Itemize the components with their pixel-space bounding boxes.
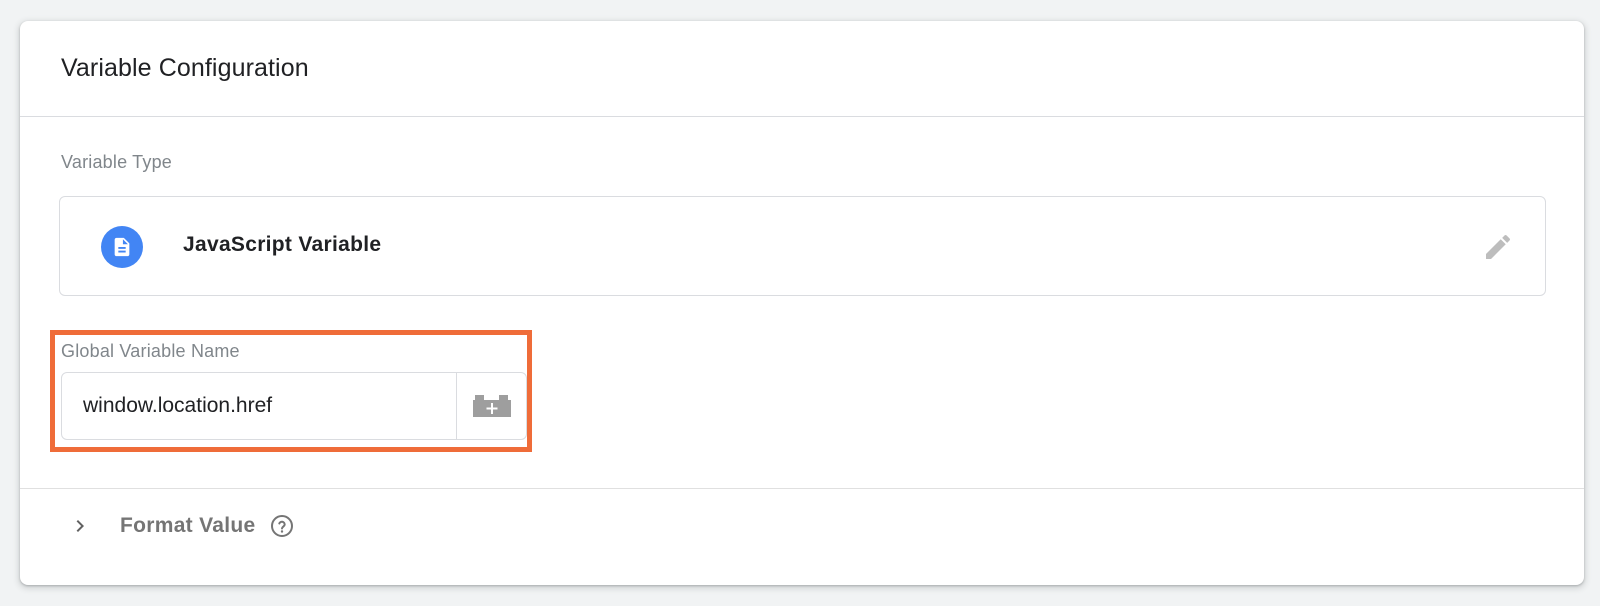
section-divider (20, 488, 1584, 489)
variable-type-selector[interactable]: JavaScript Variable (59, 196, 1546, 296)
card-title: Variable Configuration (61, 54, 309, 82)
document-icon (101, 226, 143, 268)
help-icon[interactable] (270, 514, 294, 538)
global-variable-name-input[interactable] (62, 373, 456, 439)
variable-type-label: Variable Type (61, 152, 173, 172)
variable-configuration-card: Variable Configuration Variable Type Jav… (20, 21, 1584, 585)
pencil-icon[interactable] (1481, 230, 1515, 264)
format-value-label: Format Value (120, 514, 256, 537)
format-value-toggle[interactable]: Format Value (60, 505, 294, 547)
global-variable-name-label: Global Variable Name (61, 341, 240, 361)
add-variable-button[interactable] (456, 373, 526, 439)
card-header: Variable Configuration (20, 21, 1584, 117)
chevron-right-icon[interactable] (60, 506, 100, 546)
global-variable-name-group (61, 372, 527, 440)
add-variable-icon (472, 395, 511, 417)
variable-type-name: JavaScript Variable (183, 233, 382, 256)
